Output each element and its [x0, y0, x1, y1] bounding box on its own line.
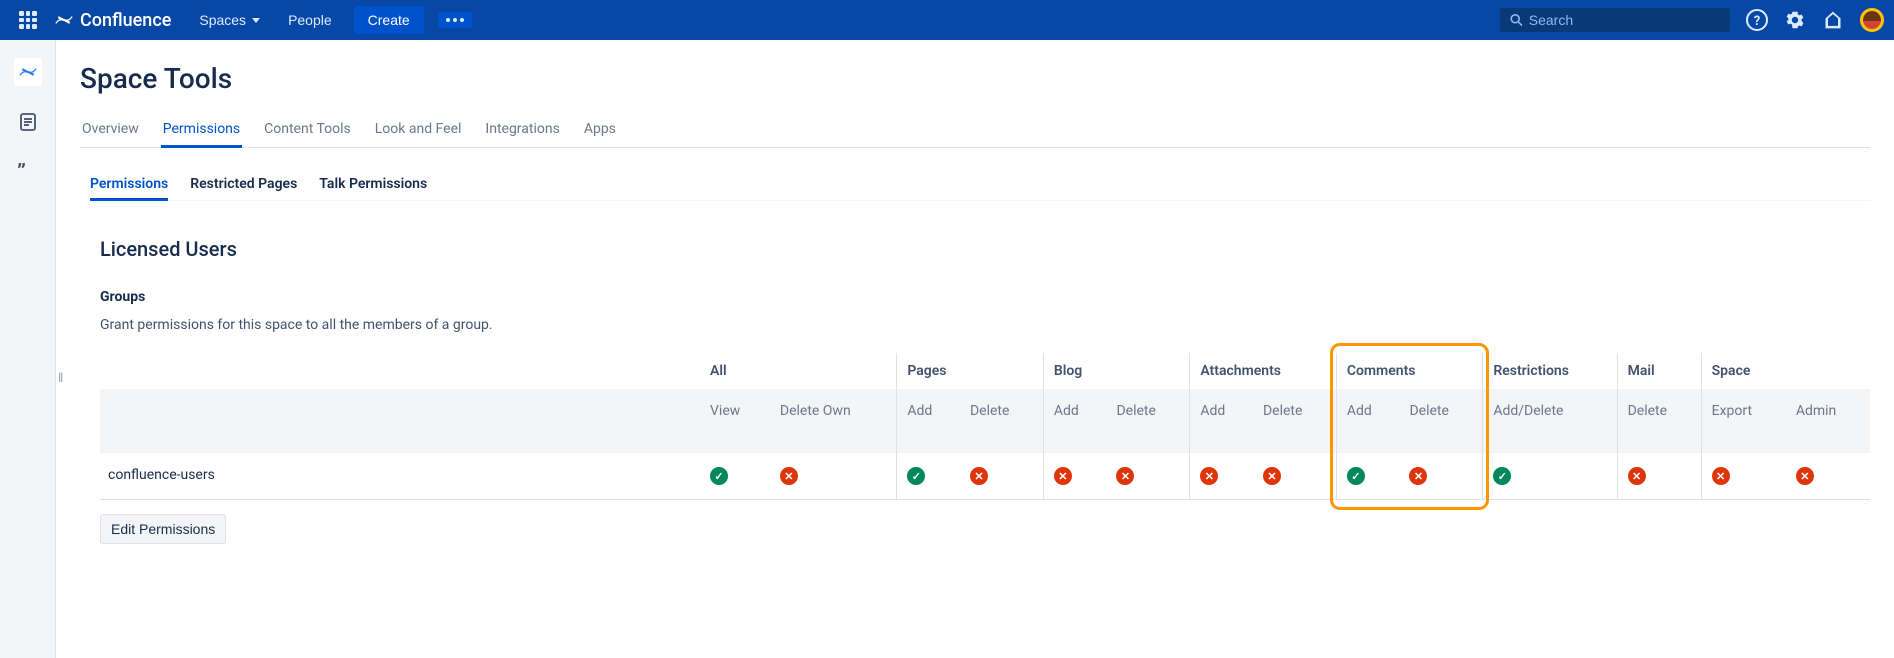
group-name-cell: confluence-users — [100, 453, 700, 500]
perm-action-header: Export — [1701, 389, 1786, 453]
perm-denied-icon: ✕ — [1712, 467, 1730, 485]
perm-action-header: View — [700, 389, 770, 453]
section-label: Groups — [100, 289, 1870, 305]
sidebar-space-icon[interactable] — [14, 58, 42, 86]
perm-denied-icon: ✕ — [1054, 467, 1072, 485]
perm-denied-icon: ✕ — [1263, 467, 1281, 485]
section-heading: Licensed Users — [100, 237, 1870, 261]
page-title: Space Tools — [80, 62, 1870, 95]
sidebar-pages-icon[interactable] — [14, 108, 42, 136]
perm-denied-icon: ✕ — [1116, 467, 1134, 485]
perm-action-header: Delete — [960, 389, 1043, 453]
perm-action-header: Add/Delete — [1483, 389, 1617, 453]
perm-action-header: Add — [1043, 389, 1106, 453]
perm-group-header: All — [700, 353, 897, 389]
more-button[interactable] — [438, 12, 472, 28]
create-button[interactable]: Create — [354, 6, 424, 34]
tab-permissions[interactable]: Permissions — [161, 113, 242, 148]
perm-action-header: Add — [897, 389, 960, 453]
perm-denied-icon: ✕ — [1628, 467, 1646, 485]
help-icon[interactable]: ? — [1746, 9, 1768, 31]
perm-granted-icon: ✓ — [907, 467, 925, 485]
tab-apps[interactable]: Apps — [582, 113, 618, 148]
chevron-down-icon — [252, 18, 260, 23]
perm-group-header: Restrictions — [1483, 353, 1617, 389]
perm-action-header: Add — [1336, 389, 1399, 453]
section-desc: Grant permissions for this space to all … — [100, 317, 1870, 333]
perm-action-header: Admin — [1786, 389, 1870, 453]
sub-tabs: Permissions Restricted Pages Talk Permissi… — [90, 170, 1870, 201]
subtab-permissions[interactable]: Permissions — [90, 170, 168, 201]
search-input[interactable] — [1529, 12, 1720, 28]
perm-group-header: Blog — [1043, 353, 1190, 389]
perm-action-header: Delete — [1399, 389, 1482, 453]
top-header: Confluence Spaces People Create ? — [0, 0, 1894, 40]
confluence-mark-icon — [54, 10, 74, 30]
tab-content-tools[interactable]: Content Tools — [262, 113, 353, 148]
main-content: Space Tools Overview Permissions Content T… — [56, 40, 1894, 658]
permissions-table: AllPagesBlogAttachmentsCommentsRestricti… — [100, 353, 1870, 500]
perm-group-header: Pages — [897, 353, 1044, 389]
perm-denied-icon: ✕ — [1409, 467, 1427, 485]
svg-text:”: ” — [17, 163, 26, 181]
left-sidebar: ” — [0, 40, 56, 658]
perm-granted-icon: ✓ — [1347, 467, 1365, 485]
search-icon — [1510, 13, 1523, 27]
ellipsis-icon — [446, 18, 464, 22]
perm-denied-icon: ✕ — [970, 467, 988, 485]
perm-denied-icon: ✕ — [780, 467, 798, 485]
settings-gear-icon[interactable] — [1784, 9, 1806, 31]
edit-permissions-button[interactable]: Edit Permissions — [100, 514, 226, 544]
perm-action-header: Delete — [1617, 389, 1701, 453]
subtab-talk-permissions[interactable]: Talk Permissions — [319, 170, 427, 201]
perm-denied-icon: ✕ — [1796, 467, 1814, 485]
nav-people[interactable]: People — [278, 6, 342, 34]
perm-action-header: Delete Own — [770, 389, 897, 453]
user-avatar[interactable] — [1860, 8, 1884, 32]
svg-text:?: ? — [1754, 14, 1760, 29]
tab-integrations[interactable]: Integrations — [483, 113, 561, 148]
confluence-logo[interactable]: Confluence — [54, 10, 171, 31]
notifications-icon[interactable] — [1822, 9, 1844, 31]
tab-overview[interactable]: Overview — [80, 113, 141, 148]
perm-granted-icon: ✓ — [710, 467, 728, 485]
perm-group-header: Comments — [1336, 353, 1483, 389]
apps-switcher-icon[interactable] — [16, 8, 40, 32]
perm-action-header: Delete — [1253, 389, 1336, 453]
sidebar-blog-icon[interactable]: ” — [14, 158, 42, 186]
perm-group-header: Mail — [1617, 353, 1701, 389]
perm-action-header: Delete — [1106, 389, 1189, 453]
main-tabs: Overview Permissions Content Tools Look and… — [80, 113, 1870, 148]
permissions-table-wrapper: AllPagesBlogAttachmentsCommentsRestricti… — [100, 353, 1870, 500]
perm-group-header: Attachments — [1190, 353, 1337, 389]
search-box[interactable] — [1500, 8, 1730, 32]
subtab-restricted-pages[interactable]: Restricted Pages — [190, 170, 297, 201]
perm-denied-icon: ✕ — [1200, 467, 1218, 485]
perm-action-header: Add — [1190, 389, 1253, 453]
tab-look-and-feel[interactable]: Look and Feel — [373, 113, 464, 148]
product-name: Confluence — [80, 10, 171, 31]
perm-granted-icon: ✓ — [1493, 467, 1511, 485]
nav-spaces[interactable]: Spaces — [189, 6, 270, 34]
table-row: confluence-users ✓ ✕ ✓ ✕ ✕ ✕ ✕ ✕ ✓ ✕ ✓ ✕ ✕ ✕ — [100, 453, 1870, 500]
perm-group-header: Space — [1701, 353, 1870, 389]
